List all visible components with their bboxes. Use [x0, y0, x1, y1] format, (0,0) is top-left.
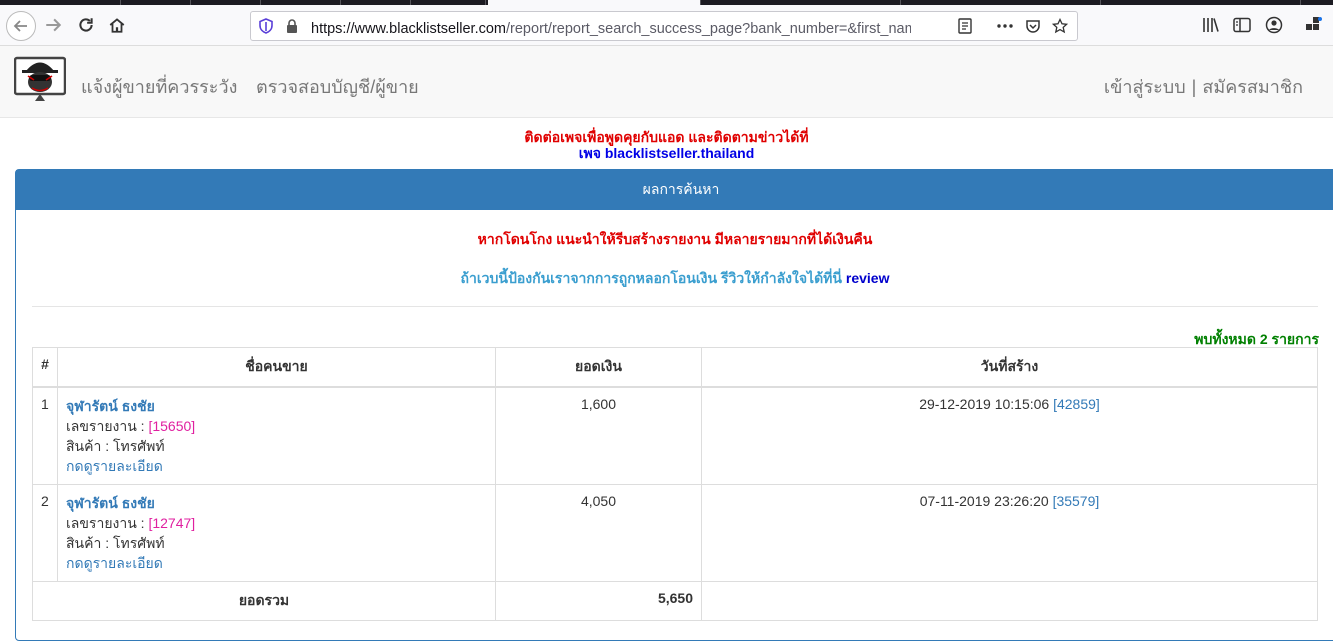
- arrow-right-icon: [46, 18, 62, 32]
- url-host: https://www.blacklistseller.com: [311, 21, 507, 37]
- nav-report-seller[interactable]: แจ้งผู้ขายที่ควรระวัง: [81, 72, 237, 101]
- results-table: # ชื่อคนขาย ยอดเงิน วันที่สร้าง 1 จุฬารั…: [32, 347, 1318, 621]
- seller-cell: จุฬารัตน์ ธงชัย เลขรายงาน : [15650] สินค…: [57, 386, 496, 485]
- nav-separator: |: [1191, 77, 1197, 97]
- nav-auth-links: เข้าสู่ระบบ | สมัครสมาชิก: [1104, 72, 1303, 101]
- home-icon: [109, 18, 125, 33]
- product-label: สินค้า : โทรศัพท์: [66, 535, 165, 551]
- results-panel: ผลการค้นหา หากโดนโกง แนะนำให้รีบสร้างราย…: [15, 169, 1333, 641]
- col-date-header: วันที่สร้าง: [701, 347, 1318, 388]
- browser-toolbar: https://www.blacklistseller.com/report/r…: [0, 5, 1333, 46]
- pocket-icon[interactable]: [1024, 17, 1042, 35]
- spy-logo-icon: [13, 56, 67, 101]
- report-label: เลขรายงาน :: [66, 418, 149, 434]
- nav-login[interactable]: เข้าสู่ระบบ: [1104, 77, 1186, 97]
- sidebar-icon[interactable]: [1231, 15, 1253, 35]
- site-navbar: แจ้งผู้ขายที่ควรระวัง ตรวจสอบบัญชี/ผู้ขา…: [0, 46, 1333, 118]
- panel-title: ผลการค้นหา: [16, 170, 1333, 210]
- amount-cell: 1,600: [495, 386, 702, 485]
- view-detail-link[interactable]: กดดูรายละเอียด: [66, 553, 487, 573]
- review-text: ถ้าเวบนี้ป้องกันเราจากการถูกหลอกโอนเงิน …: [460, 270, 842, 286]
- date-ref-link[interactable]: [35579]: [1053, 493, 1100, 509]
- table-row: 2 จุฬารัตน์ ธงชัย เลขรายงาน : [12747] สิ…: [32, 484, 1318, 582]
- date-ref-link[interactable]: [42859]: [1053, 396, 1100, 412]
- lock-icon[interactable]: [283, 17, 301, 35]
- address-bar[interactable]: https://www.blacklistseller.com/report/r…: [250, 11, 1078, 41]
- view-detail-link[interactable]: กดดูรายละเอียด: [66, 456, 487, 476]
- review-link[interactable]: review: [846, 270, 890, 286]
- col-amount-header: ยอดเงิน: [495, 347, 702, 388]
- col-number-header: #: [32, 347, 58, 388]
- bookmark-star-icon[interactable]: [1051, 17, 1069, 35]
- library-icon[interactable]: [1200, 15, 1222, 35]
- seller-name[interactable]: จุฬารัตน์ ธงชัย: [66, 493, 487, 513]
- reload-button[interactable]: [73, 12, 99, 38]
- announcement-page-link[interactable]: เพจ blacklistseller.thailand: [0, 143, 1333, 165]
- total-row: ยอดรวม 5,650: [32, 581, 1318, 621]
- reader-view-icon[interactable]: [956, 17, 974, 35]
- forward-button[interactable]: [40, 12, 66, 38]
- date-cell: 07-11-2019 23:26:20 [35579]: [701, 484, 1318, 582]
- extensions-icon[interactable]: [1303, 15, 1325, 35]
- site-logo[interactable]: [13, 52, 67, 101]
- url-text[interactable]: https://www.blacklistseller.com/report/r…: [311, 17, 911, 40]
- col-seller-header: ชื่อคนขาย: [57, 347, 496, 388]
- arrow-left-icon: [13, 20, 27, 32]
- amount-cell: 4,050: [495, 484, 702, 582]
- report-number: เลขรายงาน : [12747]: [66, 513, 487, 533]
- total-empty-cell: [701, 581, 1318, 621]
- nav-register[interactable]: สมัครสมาชิก: [1202, 77, 1303, 97]
- table-row: 1 จุฬารัตน์ ธงชัย เลขรายงาน : [15650] สิ…: [32, 386, 1318, 485]
- fraud-warning: หากโดนโกง แนะนำให้รีบสร้างรายงาน มีหลายร…: [477, 231, 873, 247]
- date-cell: 29-12-2019 10:15:06 [42859]: [701, 386, 1318, 485]
- row-number: 2: [32, 484, 58, 582]
- product-label: สินค้า : โทรศัพท์: [66, 438, 165, 454]
- review-prompt: ถ้าเวบนี้ป้องกันเราจากการถูกหลอกโอนเงิน …: [16, 268, 1333, 290]
- back-button[interactable]: [6, 11, 36, 41]
- row-number: 1: [32, 386, 58, 485]
- reload-icon: [79, 18, 93, 32]
- home-button[interactable]: [104, 12, 130, 38]
- report-label: เลขรายงาน :: [66, 515, 149, 531]
- tracking-shield-icon[interactable]: [257, 17, 275, 35]
- account-icon[interactable]: [1263, 15, 1285, 35]
- report-id-link[interactable]: [15650]: [148, 418, 195, 434]
- nav-check-account[interactable]: ตรวจสอบบัญชี/ผู้ขาย: [256, 72, 419, 101]
- more-actions-icon[interactable]: [996, 17, 1014, 35]
- report-number: เลขรายงาน : [15650]: [66, 416, 487, 436]
- date-text: 07-11-2019 23:26:20: [919, 493, 1049, 509]
- total-value: 5,650: [495, 581, 702, 621]
- seller-cell: จุฬารัตน์ ธงชัย เลขรายงาน : [12747] สินค…: [57, 484, 496, 582]
- table-header-row: # ชื่อคนขาย ยอดเงิน วันที่สร้าง: [32, 347, 1318, 388]
- date-text: 29-12-2019 10:15:06: [919, 396, 1050, 412]
- total-label: ยอดรวม: [32, 581, 496, 621]
- url-path: /report/report_search_success_page?bank_…: [506, 21, 911, 37]
- seller-name[interactable]: จุฬารัตน์ ธงชัย: [66, 396, 487, 416]
- divider: [32, 306, 1318, 307]
- report-id-link[interactable]: [12747]: [148, 515, 195, 531]
